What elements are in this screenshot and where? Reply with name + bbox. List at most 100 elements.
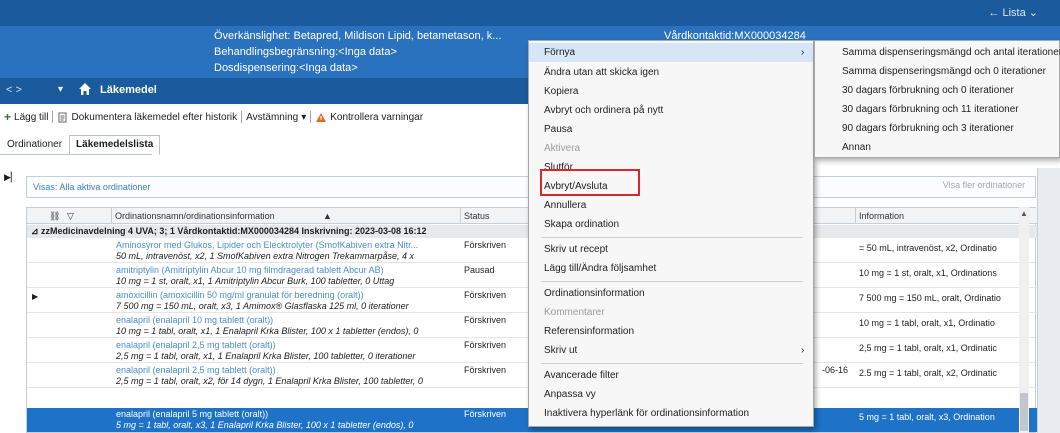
menu-item-adherence[interactable]: Lägg till/Ändra följsamhet <box>529 259 813 278</box>
right-side-panel <box>1037 168 1060 433</box>
menu-item-order-information[interactable]: Ordinationsinformation <box>529 284 813 303</box>
reconcile-dropdown[interactable]: Avstämning ▾ <box>242 112 310 123</box>
link-icon[interactable]: ⛓ <box>49 211 60 222</box>
context-menu: Förnya › Ändra utan att skicka igen Kopie… <box>528 40 814 427</box>
filter-text[interactable]: Visas: Alla aktiva ordinationer <box>33 182 150 192</box>
highlight-box <box>540 169 640 196</box>
menu-item-activate: Aktivera <box>544 143 581 154</box>
module-title: Läkemedel <box>100 84 157 96</box>
medication-name-link[interactable]: amitriptylin (Amitriptylin Abcur 10 mg f… <box>116 265 461 275</box>
column-divider <box>460 208 461 224</box>
status-cell: Förskriven <box>464 340 507 350</box>
status-cell: Förskriven <box>464 315 507 325</box>
menu-separator <box>541 281 803 282</box>
information-cell: = 50 mL, intravenöst, x2, Ordinatio <box>859 243 997 253</box>
information-cell: 10 mg = 1 tabl, oralt, x1, Ordinatio <box>859 318 995 328</box>
menu-separator <box>541 363 803 364</box>
document-icon <box>58 112 67 122</box>
filter-icon[interactable]: ▽ <box>67 211 74 222</box>
lista-button[interactable]: ← Lista ⌄ <box>988 6 1038 19</box>
back-forward-nav[interactable]: < > <box>6 84 22 96</box>
tab-lakemedelslista[interactable]: Läkemedelslista <box>69 135 161 155</box>
row-pointer-icon: ▶ <box>32 292 39 301</box>
document-history-button[interactable]: Dokumentera läkemedel efter historik <box>53 112 241 123</box>
status-cell: Förskriven <box>464 240 507 250</box>
sort-ascending-icon: ▲ <box>323 211 332 221</box>
status-cell: Förskriven <box>464 365 507 375</box>
allergy-info[interactable]: Överkänslighet: Betapred, Mildison Lipid… <box>214 30 501 42</box>
medication-name-link[interactable]: enalapril (enalapril 10 mg tablett (oral… <box>116 315 461 325</box>
warning-check-icon <box>316 112 327 122</box>
medication-details: 2,5 mg = 1 tabl, oralt, x2, för 14 dygn,… <box>116 376 423 386</box>
medication-name-link[interactable]: amoxicillin (amoxicillin 50 mg/ml granul… <box>116 290 461 300</box>
column-header-information[interactable]: Information <box>859 211 904 221</box>
dose-dispensing-info: Dosdispensering:<Inga data> <box>214 62 358 74</box>
treatment-limit-info: Behandlingsbegränsning:<Inga data> <box>214 46 397 58</box>
information-cell: 5 mg = 1 tabl, oralt, x3, Ordination <box>859 412 995 422</box>
menu-item-pause[interactable]: Pausa <box>529 120 813 139</box>
home-icon[interactable] <box>78 82 92 96</box>
add-button[interactable]: + Lägg till <box>0 110 52 124</box>
tab-strip: Ordinationer Läkemedelslista <box>0 135 161 155</box>
column-divider <box>111 208 112 224</box>
medication-details: 10 mg = 1 tabl, oralt, x1, 1 Enalapril K… <box>116 326 419 336</box>
menu-item-advanced-filter[interactable]: Avancerade filter <box>529 366 813 385</box>
menu-item-print-prescription[interactable]: Skriv ut recept <box>529 240 813 259</box>
group-label: ⊿ zzMedicinavdelning 4 UVA; 3; 1 Vårdkon… <box>31 226 427 236</box>
medication-details: 10 mg = 1 st, oralt, x1, 1 Amitriptylin … <box>116 276 395 286</box>
grid-scrollbar[interactable]: ▲ <box>1019 207 1029 433</box>
submenu-arrow-icon: › <box>801 47 805 58</box>
submenu-item-same-amount-iterations[interactable]: Samma dispenseringsmängd och antal itera… <box>815 43 1060 62</box>
check-warnings-button[interactable]: Kontrollera varningar <box>311 112 427 123</box>
toolbar: + Lägg till Dokumentera läkemedel efter … <box>0 106 427 128</box>
medication-details: 5 mg = 1 tabl, oralt, x3, 1 Enalapril Kr… <box>116 420 414 430</box>
submenu-item-30-days-0[interactable]: 30 dagars förbrukning och 0 iterationer <box>815 81 1059 100</box>
medication-name-link[interactable]: Aminosyror med Glukos, Lipider och Eleck… <box>116 240 461 250</box>
menu-item-create-order[interactable]: Skapa ordination <box>529 215 813 234</box>
column-header-name[interactable]: Ordinationsnamn/ordinationsinformation <box>115 211 275 221</box>
information-cell: 2,5 mg = 1 tabl, oralt, x1, Ordinatic <box>859 343 997 353</box>
menu-item-disable-hyperlink[interactable]: Inaktivera hyperlänk för ordinationsinfo… <box>529 404 813 423</box>
submenu-arrow-icon: › <box>801 345 805 356</box>
column-header-status[interactable]: Status <box>464 211 490 221</box>
medication-details: 7 500 mg = 150 mL, oralt, x3, 1 Amimox® … <box>116 301 409 311</box>
plus-icon: + <box>4 110 12 124</box>
information-cell: 10 mg = 1 st, oralt, x1, Ordinations <box>859 268 997 278</box>
renew-submenu: Samma dispenseringsmängd och antal itera… <box>814 40 1060 158</box>
information-cell: 2.5 mg = 1 tabl, oralt, x2, Ordinatic <box>859 368 997 378</box>
menu-item-customize-view[interactable]: Anpassa vy <box>529 385 813 404</box>
menu-item-fornya[interactable]: Förnya › <box>529 43 813 62</box>
scrollbar-thumb[interactable] <box>1020 393 1028 431</box>
menu-separator <box>541 237 803 238</box>
pane-pointer-icon: ▶▏ <box>4 172 18 182</box>
submenu-item-other[interactable]: Annan <box>815 138 1059 157</box>
information-cell: 7 500 mg = 150 mL, oralt, Ordinatio <box>859 293 1001 303</box>
tab-ordinationer[interactable]: Ordinationer <box>0 135 69 155</box>
show-more-orders-button[interactable]: Visa fler ordinationer <box>939 180 1029 194</box>
menu-item-copy[interactable]: Kopiera <box>529 82 813 101</box>
medication-name-link[interactable]: enalapril (enalapril 2,5 mg tablett (ora… <box>116 340 461 350</box>
status-cell: Förskriven <box>464 409 507 419</box>
menu-item-print[interactable]: Skriv ut › <box>529 341 813 360</box>
submenu-item-same-amount-0[interactable]: Samma dispenseringsmängd och 0 iteration… <box>815 62 1059 81</box>
status-cell: Förskriven <box>464 290 507 300</box>
title-bar: ← Lista ⌄ <box>0 0 1060 26</box>
chevron-down-icon: ▾ <box>301 111 307 123</box>
medication-details: 50 mL, intravenöst, x2, 1 SmofKabiven ex… <box>116 251 414 261</box>
module-dropdown-icon[interactable]: ▾ <box>58 84 63 95</box>
date-cell: -06-16 <box>822 365 849 375</box>
column-divider <box>855 208 856 224</box>
submenu-item-30-days-11[interactable]: 30 dagars förbrukning och 11 iterationer <box>815 100 1059 119</box>
menu-item-cancel-reorder[interactable]: Avbryt och ordinera på nytt <box>529 101 813 120</box>
tab-underline <box>0 154 152 155</box>
menu-item-change-without-resend[interactable]: Ändra utan att skicka igen <box>529 63 813 82</box>
submenu-item-90-days-3[interactable]: 90 dagars förbrukning och 3 iterationer <box>815 119 1059 138</box>
scroll-up-icon[interactable]: ▲ <box>1020 209 1028 218</box>
menu-item-annul[interactable]: Annullera <box>529 196 813 215</box>
status-cell: Pausad <box>464 265 495 275</box>
medication-details: 2,5 mg = 1 tabl, oralt, x1, 1 Enalapril … <box>116 351 416 361</box>
menu-item-reference-info[interactable]: Referensinformation <box>529 322 813 341</box>
menu-item-comments: Kommentarer <box>544 307 605 318</box>
medication-name-link[interactable]: enalapril (enalapril 2,5 mg tablett (ora… <box>116 365 461 375</box>
medication-name-link[interactable]: enalapril (enalapril 5 mg tablett (oralt… <box>116 409 461 419</box>
